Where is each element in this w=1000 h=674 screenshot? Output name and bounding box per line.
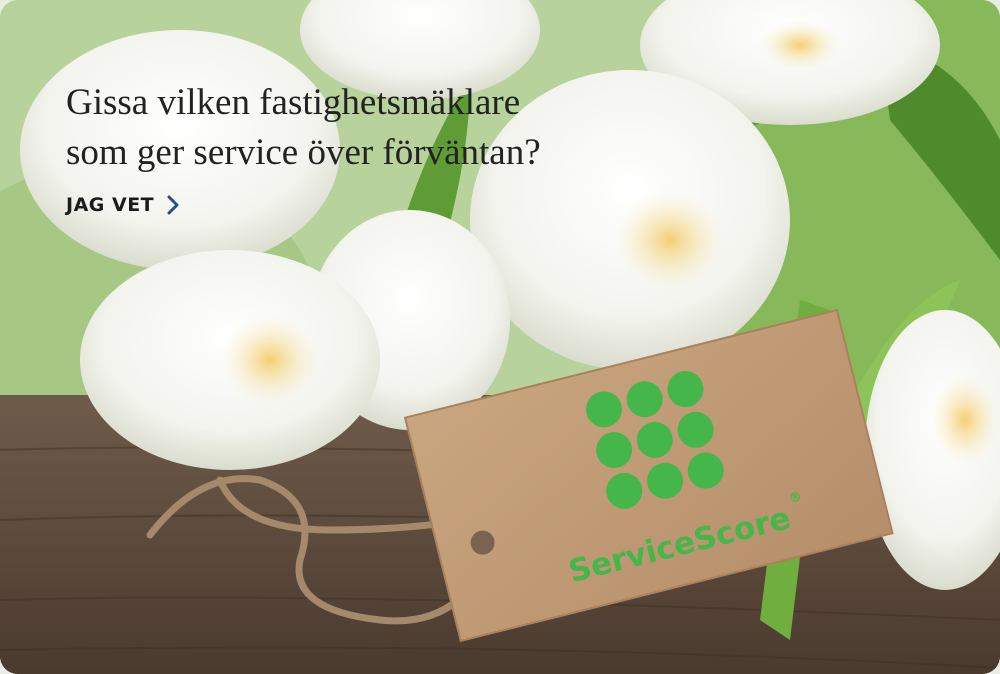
servicescore-wordmark: ServiceScore [565,500,794,590]
banner-copy: Gissa vilken fastighetsmäklare som ger s… [66,78,686,216]
hero-banner: ServiceScore ® Gissa vilken fastighetsmä… [0,0,1000,674]
jag-vet-label: JAG VET [66,194,155,216]
jag-vet-link[interactable]: JAG VET [66,194,180,216]
headline-line-2: som ger service över förväntan? [66,132,541,173]
servicescore-dots-mark [585,371,724,509]
headline: Gissa vilken fastighetsmäklare som ger s… [66,78,686,178]
headline-line-1: Gissa vilken fastighetsmäklare [66,82,521,123]
registered-mark: ® [788,489,804,507]
chevron-right-icon [167,195,179,215]
